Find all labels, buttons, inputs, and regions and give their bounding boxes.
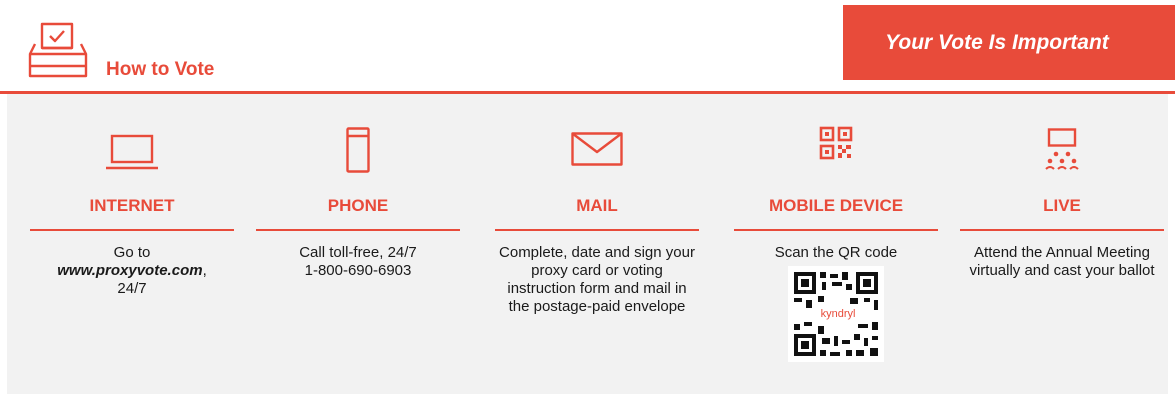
method-description: Call toll-free, 24/7 1-800-690-6903 xyxy=(256,244,460,280)
method-heading: MAIL xyxy=(576,196,618,215)
qr-logo-label: kyndryl xyxy=(821,308,856,320)
method-description: Complete, date and sign your proxy card … xyxy=(499,244,695,315)
method-heading: INTERNET xyxy=(89,196,175,215)
method-mobile-device: MOBILE DEVICE Scan the QR code kyndryl xyxy=(734,94,938,394)
divider xyxy=(30,229,234,231)
qr-code-image[interactable]: kyndryl xyxy=(788,266,884,362)
method-heading: LIVE xyxy=(1043,196,1081,215)
phone-icon xyxy=(346,127,370,173)
meeting-icon xyxy=(1045,128,1079,170)
method-live: LIVE Attend the Annual Meeting virtually… xyxy=(960,94,1164,394)
laptop-icon xyxy=(106,134,158,170)
method-mail: MAIL Complete, date and sign your proxy … xyxy=(495,94,699,394)
proxyvote-link[interactable]: www.proxyvote.com xyxy=(57,262,202,279)
method-heading: PHONE xyxy=(327,196,389,215)
envelope-icon xyxy=(571,132,623,166)
divider xyxy=(734,229,938,231)
divider xyxy=(495,229,699,231)
divider xyxy=(960,229,1164,231)
method-description: Go to www.proxyvote.com, 24/7 xyxy=(57,244,207,297)
header: How to Vote Your Vote Is Important xyxy=(0,0,1175,90)
method-description: Scan the QR code kyndryl xyxy=(734,244,938,367)
qr-code-icon xyxy=(819,126,853,160)
method-phone: PHONE Call toll-free, 24/7 1-800-690-690… xyxy=(256,94,460,394)
method-description: Attend the Annual Meeting virtually and … xyxy=(969,244,1155,279)
method-internet: INTERNET Go to www.proxyvote.com, 24/7 xyxy=(30,94,234,394)
ballot-box-icon xyxy=(28,22,88,78)
vote-banner: Your Vote Is Important xyxy=(843,5,1175,80)
phone-number[interactable]: 1-800-690-6903 xyxy=(256,262,460,280)
divider xyxy=(256,229,460,231)
method-heading: MOBILE DEVICE xyxy=(768,196,904,215)
page-title: How to Vote xyxy=(106,59,215,80)
